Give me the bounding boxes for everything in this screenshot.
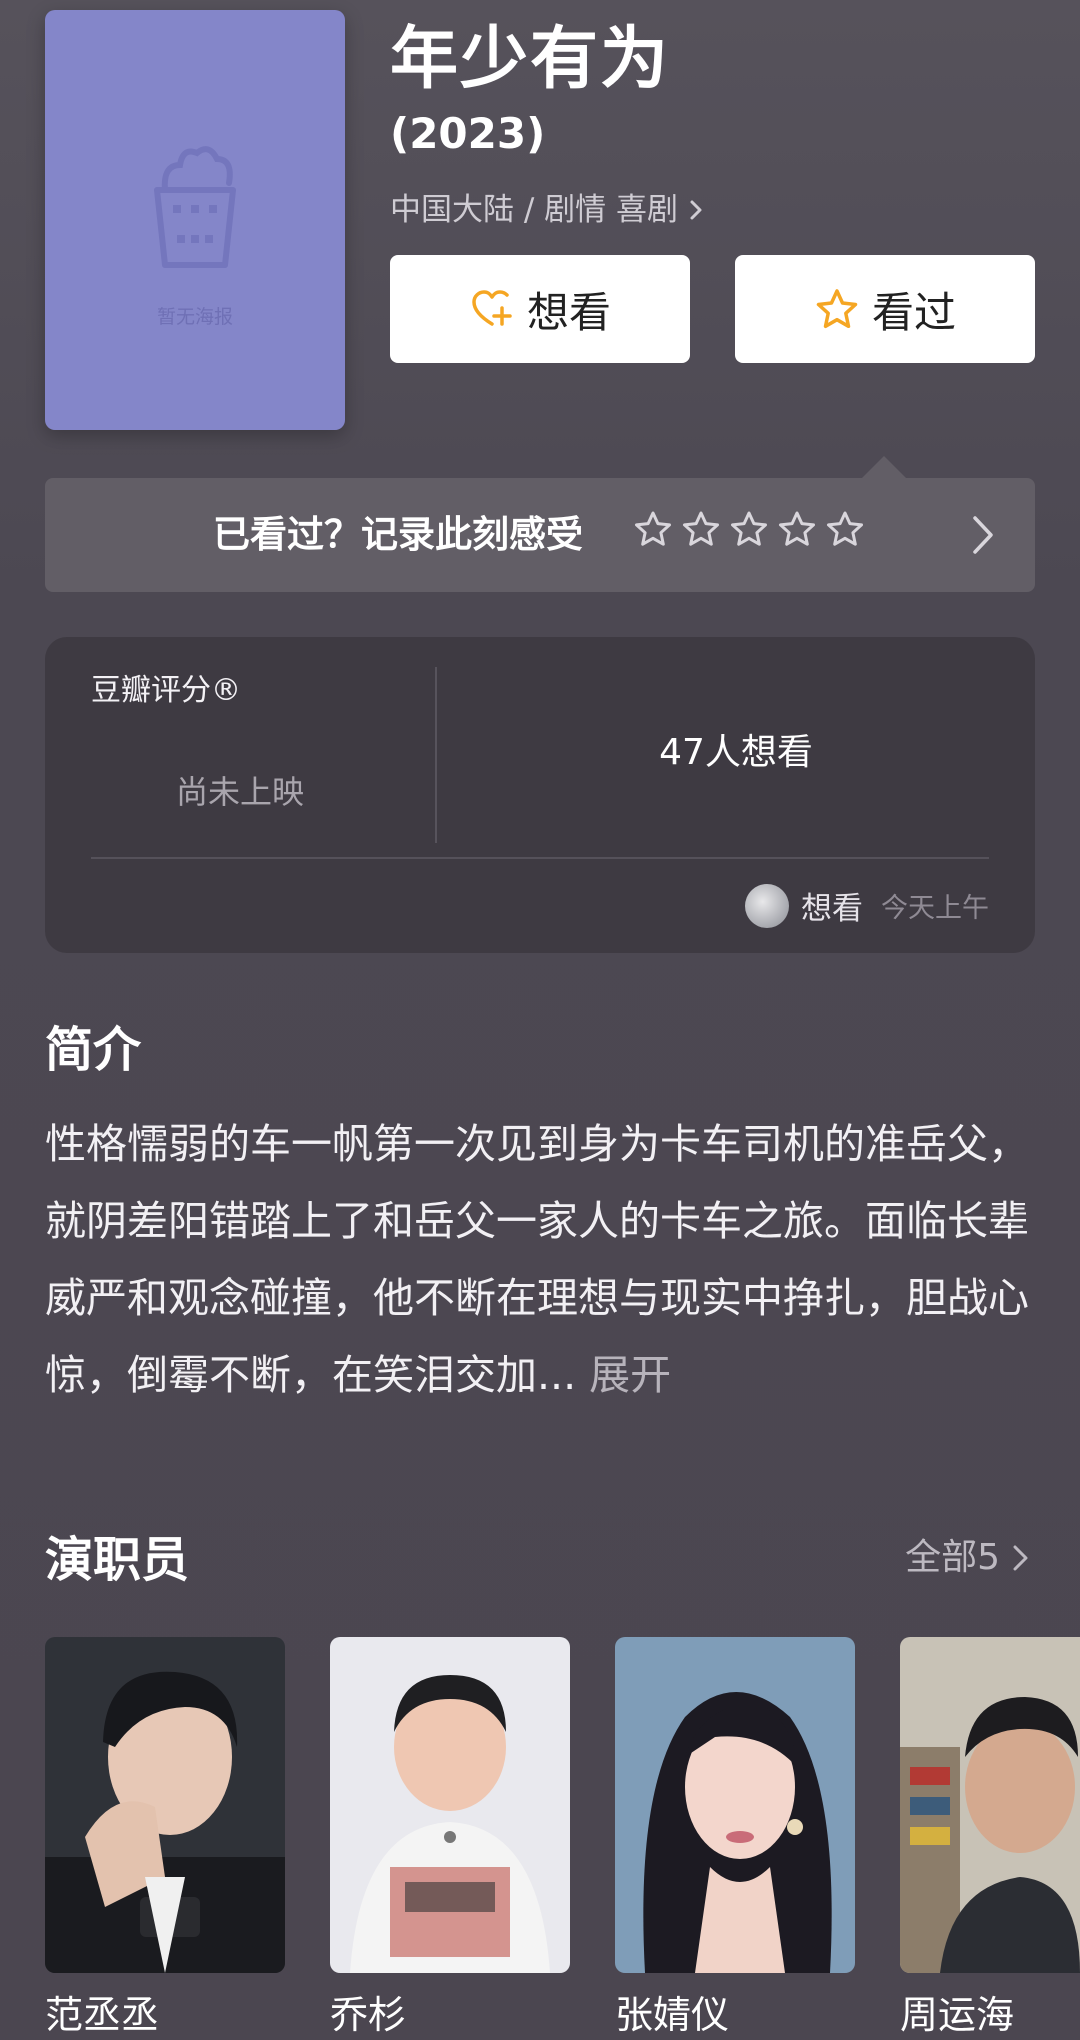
rating-card[interactable]: 豆瓣评分® 尚未上映 47人想看 想看 今天上午 [45, 637, 1035, 953]
no-poster-label: 暂无海报 [156, 306, 233, 328]
intro-text[interactable]: 性格懦弱的车一帆第一次见到身为卡车司机的准岳父，就阴差阳错踏上了和岳父一家人的卡… [45, 1106, 1045, 1414]
intro-title: 简介 [45, 1022, 142, 1078]
want-count: 47人想看 [659, 732, 813, 773]
record-rating-bar[interactable]: 已看过？记录此刻感受 [45, 478, 1035, 592]
expand-link[interactable]: 展开 [589, 1351, 671, 1399]
activity-time: 今天上午 [881, 893, 989, 924]
cast-portrait [330, 1637, 570, 1973]
cast-portrait [45, 1637, 285, 1973]
cast-name[interactable]: 乔杉 [330, 1990, 406, 2040]
douban-rating-label: 豆瓣评分® [91, 673, 241, 708]
genre-label: 中国大陆 / 剧情 喜剧 [390, 192, 679, 228]
rating-status: 尚未上映 [175, 773, 304, 811]
record-prompt: 已看过？记录此刻感受 [213, 513, 583, 556]
movie-year: (2023) [390, 109, 546, 158]
popcorn-icon [154, 146, 236, 268]
rating-star-icon[interactable] [633, 510, 673, 550]
rating-star-icon[interactable] [681, 510, 721, 550]
rating-star-icon[interactable] [825, 510, 865, 550]
want-label: 想看 [526, 287, 611, 337]
avatar [745, 883, 789, 928]
rating-star-icon[interactable] [777, 510, 817, 550]
chevron-right-icon [1013, 1545, 1028, 1571]
poster-placeholder[interactable]: 暂无海报 [45, 10, 345, 430]
cast-photo[interactable] [615, 1637, 855, 1973]
seen-label: 看过 [871, 287, 956, 337]
cast-name[interactable]: 张婧仪 [615, 1990, 729, 2040]
star-rating[interactable] [633, 510, 865, 550]
divider [91, 857, 989, 859]
tooltip-arrow [862, 456, 906, 478]
cast-name[interactable]: 范丞丞 [45, 1990, 159, 2040]
want-button[interactable]: 想看 [390, 255, 690, 363]
cast-photo[interactable] [900, 1637, 1080, 1973]
movie-title: 年少有为 [390, 20, 671, 99]
cast-all-label: 全部5 [905, 1537, 1000, 1578]
heart-plus-icon [472, 290, 512, 326]
cast-portrait [615, 1637, 855, 1973]
movie-detail-page: 暂无海报 年少有为 (2023) 中国大陆 / 剧情 喜剧 想看 看过 已看过？… [0, 0, 1080, 2037]
cast-title: 演职员 [45, 1532, 190, 1588]
star-icon [816, 289, 858, 329]
rating-star-icon[interactable] [729, 510, 769, 550]
cast-photo[interactable] [330, 1637, 570, 1973]
cast-portrait [900, 1637, 1080, 1973]
activity-label: 想看 [801, 891, 863, 927]
chevron-right-icon [690, 200, 702, 220]
chevron-right-icon [973, 516, 993, 554]
intro-body: 性格懦弱的车一帆第一次见到身为卡车司机的准岳父，就阴差阳错踏上了和岳父一家人的卡… [45, 1120, 1029, 1399]
friend-activity[interactable]: 想看 今天上午 [745, 883, 989, 928]
seen-button[interactable]: 看过 [735, 255, 1035, 363]
cast-photo[interactable] [45, 1637, 285, 1973]
cast-all-link[interactable]: 全部5 [905, 1530, 1030, 1586]
genre-link[interactable]: 中国大陆 / 剧情 喜剧 [390, 186, 706, 234]
cast-name[interactable]: 周运海 [900, 1990, 1014, 2040]
